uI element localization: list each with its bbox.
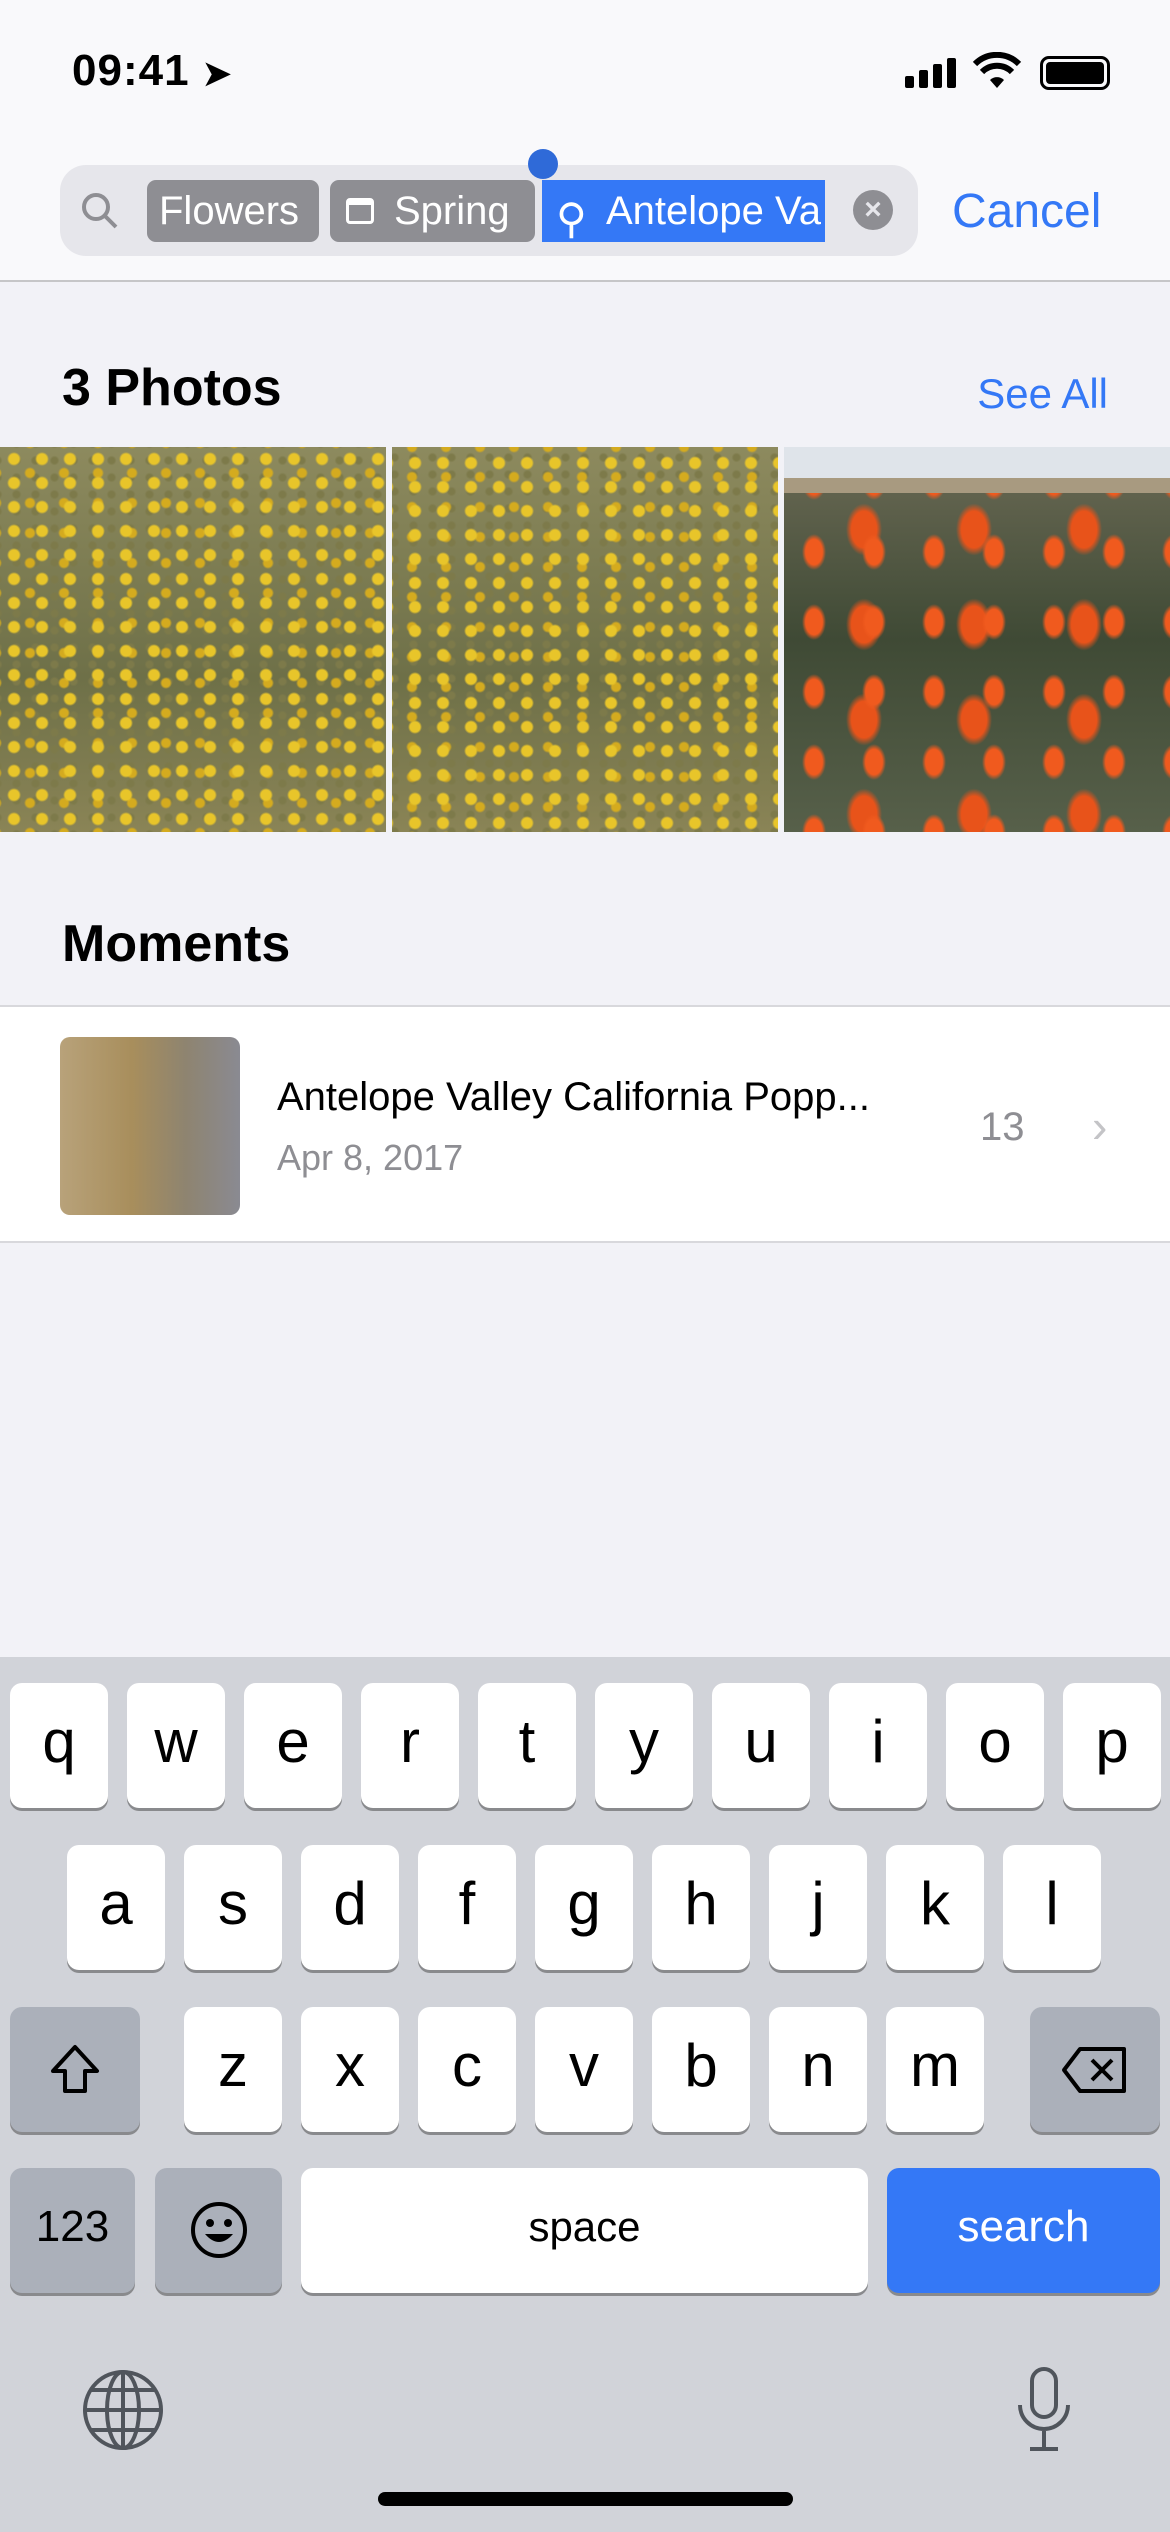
numbers-key[interactable]: 123 — [10, 2168, 135, 2293]
wifi-icon — [972, 52, 1022, 88]
globe-icon[interactable] — [81, 2368, 165, 2452]
search-icon — [82, 193, 118, 229]
moments-section-title: Moments — [62, 915, 291, 973]
battery-icon — [1040, 56, 1110, 90]
key-c[interactable]: c — [418, 2007, 516, 2132]
key-e[interactable]: e — [244, 1683, 342, 1808]
status-time: 09:41 ➤ — [72, 46, 233, 95]
shift-key[interactable] — [10, 2007, 140, 2132]
key-h[interactable]: h — [652, 1845, 750, 1970]
emoji-key[interactable] — [155, 2168, 282, 2293]
search-header: 09:41 ➤ Flowers Spring ⚲ Antelope Va × C… — [0, 0, 1170, 282]
key-o[interactable]: o — [946, 1683, 1044, 1808]
search-key[interactable]: search — [887, 2168, 1160, 2293]
key-q[interactable]: q — [10, 1683, 108, 1808]
location-pin-icon: ⚲ — [556, 195, 587, 242]
key-m[interactable]: m — [886, 2007, 984, 2132]
keyboard: 123 space search qwertyuiop asdfghjkl zxcv… — [0, 1657, 1170, 2532]
shift-icon — [51, 2045, 99, 2093]
key-r[interactable]: r — [361, 1683, 459, 1808]
photo-thumbnail-1[interactable] — [0, 447, 386, 832]
selection-handle[interactable] — [528, 149, 558, 179]
key-u[interactable]: u — [712, 1683, 810, 1808]
key-p[interactable]: p — [1063, 1683, 1161, 1808]
key-j[interactable]: j — [769, 1845, 867, 1970]
moment-count: 13 — [980, 1105, 1025, 1149]
key-w[interactable]: w — [127, 1683, 225, 1808]
key-y[interactable]: y — [595, 1683, 693, 1808]
chevron-right-icon: › — [1092, 1100, 1108, 1152]
delete-icon — [1062, 2047, 1126, 2093]
home-indicator — [378, 2492, 793, 2506]
signal-icon — [905, 58, 957, 88]
photo-thumbnail-3[interactable] — [784, 447, 1170, 832]
key-k[interactable]: k — [886, 1845, 984, 1970]
moment-list-item[interactable]: Antelope Valley California Popp... Apr 8… — [0, 1005, 1170, 1243]
key-d[interactable]: d — [301, 1845, 399, 1970]
key-x[interactable]: x — [301, 2007, 399, 2132]
key-t[interactable]: t — [478, 1683, 576, 1808]
location-arrow-icon: ➤ — [202, 55, 233, 93]
search-token-spring[interactable]: Spring — [330, 180, 535, 242]
moment-title: Antelope Valley California Popp... — [277, 1075, 870, 1119]
see-all-link[interactable]: See All — [977, 370, 1108, 418]
delete-key[interactable] — [1030, 2007, 1160, 2132]
search-token-location[interactable]: ⚲ Antelope Va — [542, 180, 825, 242]
photos-section-title: 3 Photos — [62, 359, 282, 417]
moment-date: Apr 8, 2017 — [277, 1137, 464, 1178]
photo-thumbnail-2[interactable] — [392, 447, 778, 832]
moment-thumbnail — [60, 1037, 240, 1215]
key-g[interactable]: g — [535, 1845, 633, 1970]
search-token-flowers[interactable]: Flowers — [147, 180, 319, 242]
key-f[interactable]: f — [418, 1845, 516, 1970]
cancel-button[interactable]: Cancel — [952, 184, 1101, 239]
search-field[interactable]: Flowers Spring ⚲ Antelope Va × — [60, 149, 918, 256]
clear-search-button[interactable]: × — [853, 190, 893, 230]
key-i[interactable]: i — [829, 1683, 927, 1808]
key-s[interactable]: s — [184, 1845, 282, 1970]
key-v[interactable]: v — [535, 2007, 633, 2132]
calendar-icon — [346, 198, 374, 224]
key-b[interactable]: b — [652, 2007, 750, 2132]
key-l[interactable]: l — [1003, 1845, 1101, 1970]
key-a[interactable]: a — [67, 1845, 165, 1970]
space-key[interactable]: space — [301, 2168, 868, 2293]
emoji-icon — [190, 2202, 247, 2258]
key-z[interactable]: z — [184, 2007, 282, 2132]
key-n[interactable]: n — [769, 2007, 867, 2132]
microphone-icon[interactable] — [1014, 2365, 1074, 2455]
